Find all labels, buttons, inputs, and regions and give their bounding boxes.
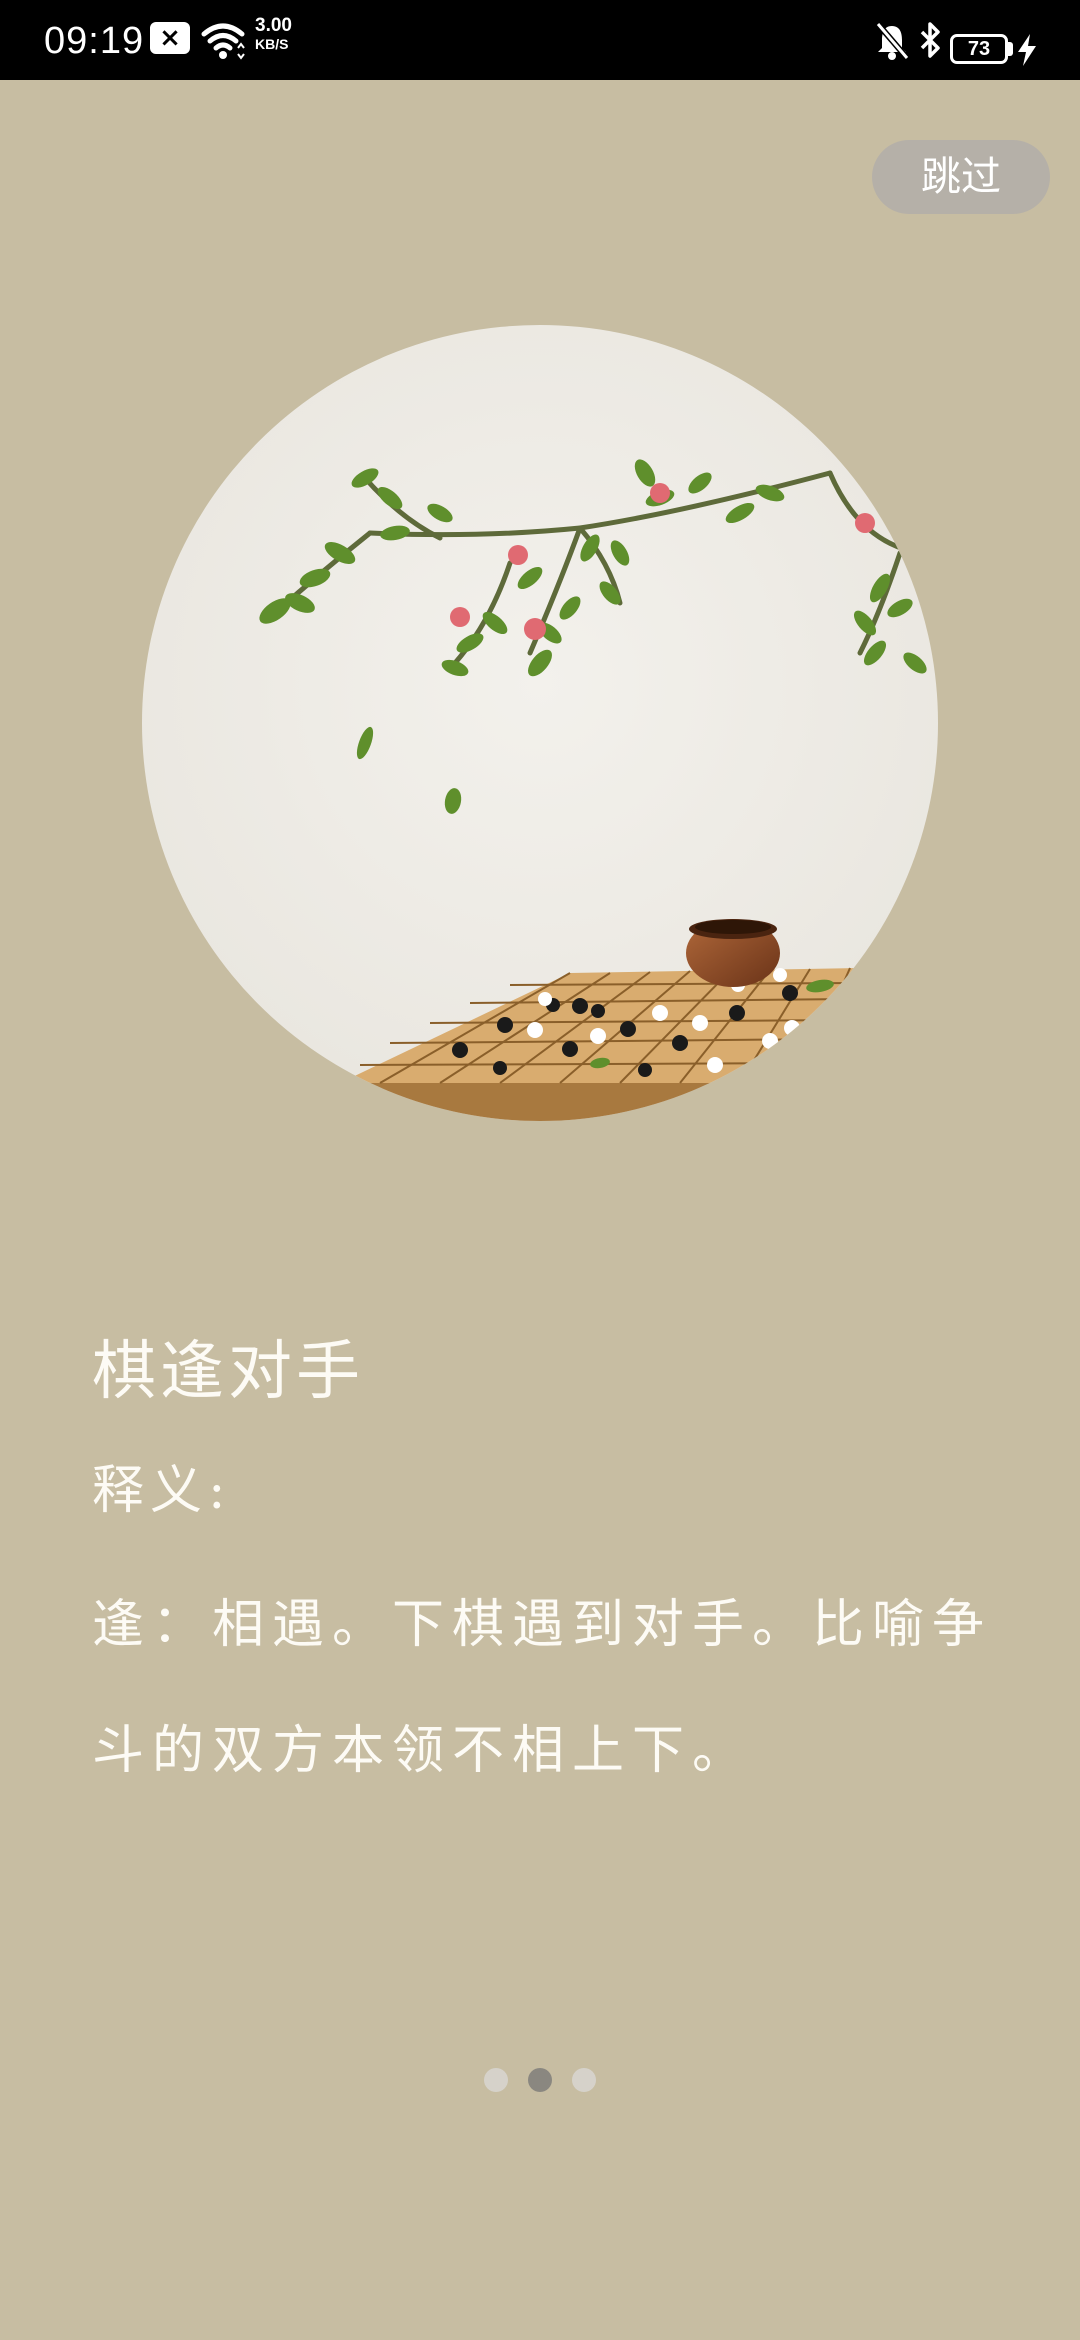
page-indicator (484, 2068, 596, 2092)
page-dot-3[interactable] (572, 2068, 596, 2092)
wifi-icon (201, 23, 245, 60)
page-dot-2[interactable] (528, 2068, 552, 2092)
skip-button[interactable]: 跳过 (872, 140, 1050, 214)
status-bar: 09:19 × 3.00 KB/S 73 (0, 0, 1080, 80)
bluetooth-icon (920, 22, 940, 58)
battery-icon: 73 (950, 34, 1008, 64)
idiom-title: 棋逢对手 (92, 1335, 364, 1409)
mute-bell-icon (875, 22, 910, 60)
stone-bowl (686, 919, 780, 987)
charging-icon (1018, 34, 1036, 66)
network-speed-value: 3.00 (255, 15, 292, 36)
page-dot-1[interactable] (484, 2068, 508, 2092)
go-board-illustration (142, 325, 938, 1121)
guide-screen: 09:19 × 3.00 KB/S 73 跳过 棋逢对手 释义: 逢：相遇。下棋… (0, 0, 1080, 2340)
battery-tip (1008, 42, 1013, 56)
network-speed-unit: KB/S (255, 36, 289, 52)
meaning-label: 释义: (92, 1461, 232, 1521)
network-speed: 3.00 KB/S (255, 16, 292, 51)
notification-icon: × (150, 22, 190, 54)
meaning-text: 逢：相遇。下棋遇到对手。比喻争斗的双方本领不相上下。 (92, 1595, 993, 1781)
status-time: 09:19 (44, 20, 145, 62)
